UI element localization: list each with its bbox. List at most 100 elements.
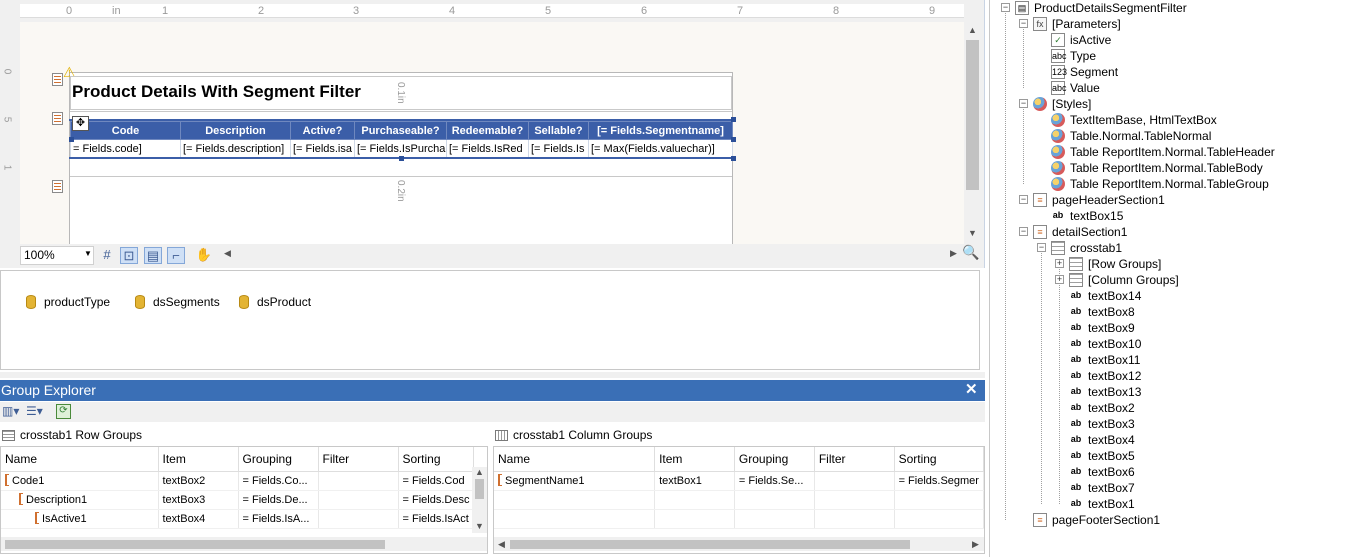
magnify-icon[interactable]: 🔍 <box>962 244 979 261</box>
tree-node-parameters[interactable]: fx [Parameters] <box>1033 16 1121 32</box>
tree-node-textbox[interactable]: ab textBox6 <box>1069 464 1135 480</box>
chevron-down-icon[interactable]: ▼ <box>84 249 92 258</box>
column-header-sorting[interactable]: Sorting <box>894 447 984 472</box>
collapse-toggle[interactable]: − <box>1019 19 1028 28</box>
tree-node-textbox[interactable]: ab textBox10 <box>1069 336 1142 352</box>
tree-node-textbox[interactable]: ab textBox1 <box>1069 496 1135 512</box>
detail-section-icon[interactable] <box>52 112 63 125</box>
column-header-name[interactable]: Name <box>1 447 159 472</box>
expand-toggle[interactable]: + <box>1055 275 1064 284</box>
horizontal-ruler: 0 in 1 2 3 4 5 6 7 8 9 <box>20 4 964 18</box>
tree-node-style[interactable]: Table.Normal.TableNormal <box>1051 128 1211 144</box>
tree-node-textbox[interactable]: ab textBox11 <box>1069 352 1141 368</box>
close-icon[interactable]: ✕ <box>965 380 978 398</box>
tree-node-textbox[interactable]: ab textBox9 <box>1069 320 1135 336</box>
column-header-filter[interactable]: Filter <box>814 447 895 472</box>
tree-node-row-groups[interactable]: [Row Groups] <box>1069 256 1161 272</box>
tree-node-textbox[interactable]: ab textBox4 <box>1069 432 1135 448</box>
tree-node-style[interactable]: Table ReportItem.Normal.TableGroup <box>1051 176 1269 192</box>
tree-node-styles[interactable]: [Styles] <box>1033 96 1091 112</box>
column-header-filter[interactable]: Filter <box>318 447 399 472</box>
resize-handle[interactable] <box>399 156 404 161</box>
tree-node-style[interactable]: TextItemBase, HtmlTextBox <box>1051 112 1217 128</box>
tree-node-page-footer[interactable]: ≡ pageFooterSection1 <box>1033 512 1160 528</box>
resize-handle[interactable] <box>731 137 736 142</box>
tree-node-parameter[interactable]: ✓ isActive <box>1051 32 1111 48</box>
layout-icon[interactable]: ☰▾ <box>26 404 43 418</box>
tree-node-textbox[interactable]: ab textBox2 <box>1069 400 1135 416</box>
view-mode-icon[interactable]: ▥▾ <box>2 404 19 418</box>
column-header-item[interactable]: Item <box>158 447 239 472</box>
zoom-dropdown[interactable]: 100% <box>20 246 94 265</box>
snap-to-grid-icon[interactable]: ⊡ <box>120 247 138 264</box>
page-footer-section-icon[interactable] <box>52 180 63 193</box>
textbox-icon: ab <box>1070 322 1082 332</box>
collapse-toggle[interactable]: − <box>1019 99 1028 108</box>
column-header-grouping[interactable]: Grouping <box>734 447 815 472</box>
collapse-toggle[interactable]: − <box>1019 227 1028 236</box>
column-header-name[interactable]: Name <box>494 447 656 472</box>
collapse-toggle[interactable]: − <box>1037 243 1046 252</box>
tree-node-label: textBox13 <box>1088 385 1142 399</box>
tree-node-label: isActive <box>1070 33 1112 47</box>
tree-node-parameter[interactable]: abc Value <box>1051 80 1100 96</box>
report-title[interactable]: Product Details With Segment Filter <box>72 82 361 102</box>
tree-node-page-header[interactable]: ≡ pageHeaderSection1 <box>1033 192 1165 208</box>
tree-node-textbox[interactable]: ab textBox7 <box>1069 480 1135 496</box>
datasource-item[interactable]: productType <box>26 295 110 309</box>
move-handle-icon[interactable]: ✥ <box>72 116 89 131</box>
section-view-icon[interactable]: ▤ <box>144 247 162 264</box>
grid-icon[interactable]: # <box>98 247 116 264</box>
textbox-icon: ab <box>1070 370 1082 380</box>
row-groups-title: crosstab1 Row Groups <box>2 428 142 442</box>
tree-node-label: textBox9 <box>1088 321 1135 335</box>
resize-handle[interactable] <box>69 137 74 142</box>
column-header-item[interactable]: Item <box>654 447 735 472</box>
table-row[interactable]: IsActive1 textBox4 = Fields.IsA... = Fie… <box>1 509 475 529</box>
tree-node-textbox[interactable]: ab textBox5 <box>1069 448 1135 464</box>
tree-node-textbox[interactable]: ab textBox12 <box>1069 368 1142 384</box>
tree-node-textbox[interactable]: ab textBox3 <box>1069 416 1135 432</box>
designer-horizontal-scrollbar[interactable]: ◀ ▶ <box>222 246 960 263</box>
tree-node-textbox[interactable]: ab textBox8 <box>1069 304 1135 320</box>
group-icon <box>35 512 39 524</box>
column-header-grouping[interactable]: Grouping <box>238 447 319 472</box>
section-divider[interactable] <box>70 111 732 112</box>
group-grouping: = Fields.IsA... <box>238 509 319 529</box>
tree-node-crosstab[interactable]: crosstab1 <box>1051 240 1122 256</box>
row-groups-vertical-scrollbar[interactable]: ▲ ▼ <box>472 467 487 533</box>
column-header-sorting[interactable]: Sorting <box>398 447 475 472</box>
tree-node-column-groups[interactable]: [Column Groups] <box>1069 272 1179 288</box>
datasource-item[interactable]: dsSegments <box>135 295 220 309</box>
expand-toggle[interactable]: + <box>1055 259 1064 268</box>
column-groups-title: crosstab1 Column Groups <box>495 428 652 442</box>
resize-handle[interactable] <box>731 117 736 122</box>
tree-node-parameter[interactable]: abc Type <box>1051 48 1096 64</box>
tree-node-textbox[interactable]: ab textBox15 <box>1051 208 1124 224</box>
collapse-toggle[interactable]: − <box>1001 3 1010 12</box>
splitter[interactable] <box>0 372 985 378</box>
column-groups-horizontal-scrollbar[interactable]: ◀ ▶ <box>494 537 984 551</box>
tree-node-textbox[interactable]: ab textBox14 <box>1069 288 1142 304</box>
table-row[interactable]: SegmentName1 textBox1 = Fields.Se... = F… <box>494 471 984 491</box>
row-groups-horizontal-scrollbar[interactable] <box>1 537 487 551</box>
datasource-label: dsSegments <box>153 295 220 309</box>
pan-hand-icon[interactable]: ✋ <box>195 247 213 264</box>
tree-node-style[interactable]: Table ReportItem.Normal.TableBody <box>1051 160 1263 176</box>
designer-vertical-scrollbar[interactable]: ▲ ▼ <box>964 22 981 242</box>
section-divider[interactable] <box>70 176 732 177</box>
collapse-toggle[interactable]: − <box>1019 195 1028 204</box>
datasource-item[interactable]: dsProduct <box>239 295 311 309</box>
resize-handle[interactable] <box>731 156 736 161</box>
table-row[interactable]: Description1 textBox3 = Fields.De... = F… <box>1 490 475 510</box>
table-row[interactable]: Code1 textBox2 = Fields.Co... = Fields.C… <box>1 471 475 491</box>
tree-node-root[interactable]: ▤ ProductDetailsSegmentFilter <box>1015 0 1187 16</box>
tree-node-style[interactable]: Table ReportItem.Normal.TableHeader <box>1051 144 1275 160</box>
ruler-toggle-icon[interactable]: ⌐ <box>167 247 185 264</box>
database-icon <box>239 295 249 309</box>
refresh-icon[interactable]: ⟳ <box>56 404 71 419</box>
tree-node-detail[interactable]: ≡ detailSection1 <box>1033 224 1127 240</box>
tree-node-textbox[interactable]: ab textBox13 <box>1069 384 1142 400</box>
tree-node-parameter[interactable]: 123 Segment <box>1051 64 1118 80</box>
page-header-section-icon[interactable] <box>52 73 63 86</box>
